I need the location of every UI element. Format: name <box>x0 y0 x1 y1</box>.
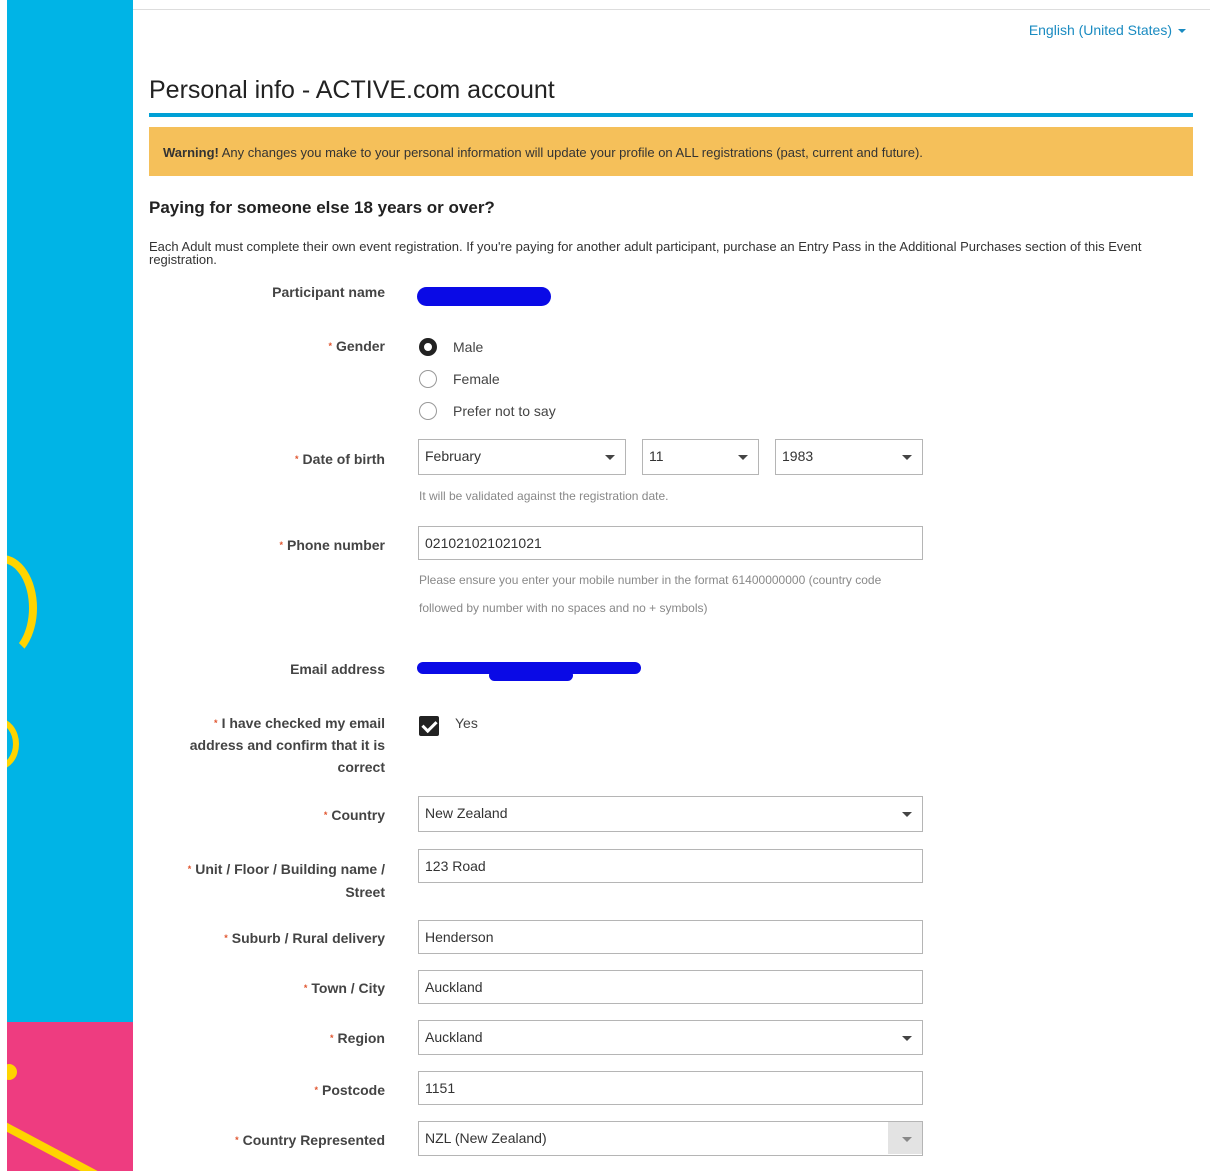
gender-label-text: Gender <box>335 338 385 354</box>
gender-option-prefer-not[interactable]: Prefer not to say <box>419 400 556 422</box>
required-marker: * <box>323 810 328 820</box>
confirm-email-checkbox-label: Yes <box>455 715 478 731</box>
gender-label: * Gender <box>157 335 385 357</box>
warning-text: Any changes you make to your personal in… <box>218 145 923 160</box>
radio-label-female: Female <box>453 371 500 387</box>
required-marker: * <box>214 718 218 728</box>
dob-month-value: February <box>425 448 482 464</box>
country-select[interactable]: New Zealand <box>418 796 923 832</box>
chevron-down-icon <box>902 1137 912 1142</box>
suburb-label-text: Suburb / Rural delivery <box>231 930 385 946</box>
required-marker: * <box>279 540 283 550</box>
banner-arc-shape <box>7 555 37 661</box>
banner-pink-block <box>7 1022 133 1171</box>
main-content: English (United States) Personal info - … <box>133 10 1210 1171</box>
gender-option-male[interactable]: Male <box>419 336 483 358</box>
required-marker: * <box>224 933 228 943</box>
dob-help-text: It will be validated against the registr… <box>419 489 669 503</box>
required-marker: * <box>303 983 308 993</box>
suburb-input[interactable]: Henderson <box>418 920 923 954</box>
dob-day-select[interactable]: 11 <box>642 439 759 475</box>
phone-value: 021021021021021 <box>425 535 542 551</box>
country-value: New Zealand <box>425 805 508 821</box>
email-label-text: Email address <box>290 661 385 677</box>
region-label: * Region <box>157 1027 385 1049</box>
country-represented-label-text: Country Represented <box>242 1132 385 1148</box>
required-marker: * <box>314 1085 318 1095</box>
required-marker: * <box>295 454 299 464</box>
participant-name-label-text: Participant name <box>272 284 385 300</box>
dob-year-select[interactable]: 1983 <box>775 439 923 475</box>
phone-input[interactable]: 021021021021021 <box>418 526 923 560</box>
suburb-label: * Suburb / Rural delivery <box>157 927 385 949</box>
region-label-text: Region <box>337 1030 385 1046</box>
decorative-side-banner <box>7 0 133 1171</box>
chevron-down-icon <box>738 455 748 460</box>
radio-button-male[interactable] <box>419 338 437 356</box>
radio-button-female[interactable] <box>419 370 437 388</box>
dob-label-text: Date of birth <box>302 451 385 467</box>
phone-label-text: Phone number <box>286 537 385 553</box>
country-label: * Country <box>157 804 385 826</box>
confirm-email-label-text: I have checked my email address and conf… <box>189 715 385 775</box>
country-label-text: Country <box>331 807 385 823</box>
required-marker: * <box>235 1135 239 1145</box>
chevron-down-icon <box>902 455 912 460</box>
chevron-down-icon <box>902 1036 912 1041</box>
country-represented-label: * Country Represented <box>157 1129 385 1151</box>
country-represented-select[interactable]: NZL (New Zealand) <box>418 1121 923 1156</box>
radio-label-male: Male <box>453 339 484 355</box>
confirm-email-label: * I have checked my email address and con… <box>157 712 385 778</box>
redacted-email <box>489 670 573 681</box>
dob-label: * Date of birth <box>157 448 385 470</box>
radio-label-prefer-not: Prefer not to say <box>453 403 556 419</box>
town-input[interactable]: Auckland <box>418 970 923 1004</box>
info-text: Each Adult must complete their own event… <box>149 239 1142 267</box>
confirm-email-checkbox[interactable] <box>419 716 439 736</box>
town-label: * Town / City <box>157 977 385 999</box>
region-value: Auckland <box>425 1029 483 1045</box>
warning-strong: Warning! <box>163 145 219 160</box>
phone-label: * Phone number <box>157 534 385 556</box>
postcode-label: * Postcode <box>157 1079 385 1101</box>
page-title: Personal info - ACTIVE.com account <box>149 76 1193 117</box>
dob-month-select[interactable]: February <box>418 439 626 475</box>
required-marker: * <box>330 1033 334 1043</box>
required-marker: * <box>187 864 192 874</box>
street-value: 123 Road <box>425 858 486 874</box>
street-label: * Unit / Floor / Building name / Street <box>157 858 385 904</box>
dob-day-value: 11 <box>649 448 664 464</box>
country-represented-value: NZL (New Zealand) <box>425 1130 547 1146</box>
gender-option-female[interactable]: Female <box>419 368 500 390</box>
suburb-value: Henderson <box>425 929 494 945</box>
email-label: Email address <box>157 658 385 680</box>
section-heading: Paying for someone else 18 years or over… <box>149 198 495 217</box>
required-marker: * <box>328 341 332 351</box>
street-label-text: Unit / Floor / Building name / Street <box>195 861 385 900</box>
postcode-value: 1151 <box>425 1080 456 1096</box>
street-input[interactable]: 123 Road <box>418 849 923 883</box>
caret-down-icon <box>1178 29 1186 34</box>
dob-year-value: 1983 <box>782 448 814 464</box>
warning-banner: Warning! Any changes you make to your pe… <box>149 127 1193 176</box>
left-edge <box>0 0 7 1171</box>
language-label[interactable]: English (United States) <box>1029 22 1172 38</box>
postcode-input[interactable]: 1151 <box>418 1071 923 1105</box>
banner-arc-shape <box>7 718 19 770</box>
postcode-label-text: Postcode <box>321 1082 385 1098</box>
phone-help-text: Please ensure you enter your mobile numb… <box>419 573 882 615</box>
chevron-down-icon <box>902 812 912 817</box>
language-selector[interactable]: English (United States) <box>1029 22 1186 38</box>
radio-button-prefer-not[interactable] <box>419 402 437 420</box>
town-value: Auckland <box>425 979 483 995</box>
chevron-down-icon <box>605 455 615 460</box>
participant-name-label: Participant name <box>157 281 385 303</box>
region-select[interactable]: Auckland <box>418 1020 923 1055</box>
redacted-participant-name <box>417 287 551 306</box>
town-label-text: Town / City <box>311 980 385 996</box>
